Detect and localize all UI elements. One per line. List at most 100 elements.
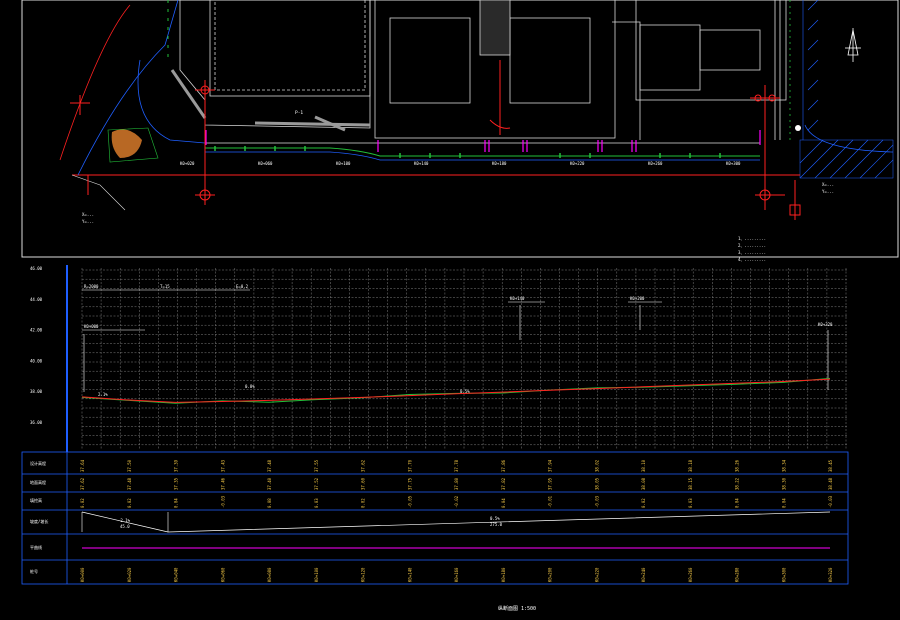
ground-line: [81, 377, 831, 404]
plan-chainage-label: K0+180: [492, 161, 507, 166]
plan-frame: [21, 0, 899, 258]
design-elevation-cell: 38.45: [828, 459, 833, 472]
svg-text:K0+320: K0+320: [818, 322, 833, 327]
svg-text:K0+000: K0+000: [84, 324, 99, 329]
cut-fill-cell: -0.05: [407, 495, 412, 508]
plan-chainage-label: K0+100: [336, 161, 351, 166]
station-cell: K0+240: [641, 567, 646, 582]
table-cells: 37.64 37.50 37.39 37.43 37.48 37.55 37.62 37.70…: [80, 459, 833, 582]
ground-elevation-cell: 37.46: [220, 477, 225, 490]
shrub-patch: [107, 127, 159, 163]
svg-text:2.1%: 2.1%: [98, 392, 108, 397]
svg-text:4、.........: 4、.........: [738, 257, 766, 262]
cut-fill-cell: -0.01: [548, 495, 553, 508]
svg-text:Y=...: Y=...: [822, 189, 834, 194]
ground-elevation-cell: 37.48: [127, 477, 132, 490]
plan-chainage-label: K0+260: [648, 161, 663, 166]
cut-fill-cell: -0.03: [220, 495, 225, 508]
station-cell: K0+180: [501, 567, 506, 582]
svg-text:E=0.2: E=0.2: [236, 284, 249, 289]
site-label: P-1: [295, 110, 303, 116]
ground-elevation-cell: 37.80: [454, 477, 459, 490]
design-elevation-cell: 37.78: [454, 459, 459, 472]
plan-view: P-1 X=... Y=... X=... Y=... 1、......... …: [21, 0, 899, 262]
cut-fill-cell: 0.03: [314, 498, 319, 508]
design-elevation-cell: 37.43: [220, 459, 225, 472]
svg-text:X=...: X=...: [822, 182, 834, 187]
magenta-markers: [205, 130, 761, 152]
station-cell: K0+120: [361, 567, 366, 582]
design-elevation-cell: 38.34: [781, 459, 786, 472]
cut-fill-cell: -0.02: [454, 495, 459, 508]
grade-polyline: [81, 511, 831, 533]
svg-text:1、.........: 1、.........: [738, 236, 766, 241]
plan-chainage-label: K0+020: [180, 161, 195, 166]
y-axis-label: 38.00: [30, 389, 43, 394]
plan-chainage-label: K0+220: [570, 161, 585, 166]
station-cell: K0+280: [735, 567, 740, 582]
y-axis-label: 42.00: [30, 328, 43, 333]
station-cell: K0+260: [688, 567, 693, 582]
svg-text:R=2000: R=2000: [84, 284, 99, 289]
plan-chainage-label: K0+140: [414, 161, 429, 166]
design-elevation-cell: 37.39: [174, 459, 179, 472]
cut-fill-cell: 0.02: [80, 498, 85, 508]
design-elevation-cell: 38.10: [641, 459, 646, 472]
grade-length-1: 45.0: [120, 524, 130, 529]
station-cell: K0+020: [127, 567, 132, 582]
building-footprints: [179, 0, 787, 140]
grade-label-2: 0.5%: [490, 516, 500, 521]
design-elevation-cell: 37.86: [501, 459, 506, 472]
ground-elevation-cell: 37.95: [548, 477, 553, 490]
ground-elevation-cell: 37.75: [407, 477, 412, 490]
cut-fill-cell: 0.03: [688, 498, 693, 508]
pipe-crossings: [70, 60, 801, 220]
y-axis-label: 44.00: [30, 297, 43, 302]
ground-elevation-cell: 37.35: [174, 477, 179, 490]
drawing-caption: 纵断面图 1:500: [498, 605, 536, 612]
cut-fill-cell: 0.08: [267, 498, 272, 508]
station-cell: K0+160: [454, 567, 459, 582]
north-arrow-icon: [845, 28, 861, 62]
design-elevation-cell: 37.50: [127, 459, 132, 472]
design-elevation-cell: 37.48: [267, 459, 272, 472]
cut-fill-cell: 0.04: [174, 498, 179, 508]
ground-elevation-cell: 37.52: [314, 477, 319, 490]
svg-text:X=...: X=...: [82, 212, 94, 217]
cad-drawing: P-1 X=... Y=... X=... Y=... 1、......... …: [21, 0, 899, 612]
svg-text:0.5%: 0.5%: [460, 389, 470, 394]
y-axis-label: 36.00: [30, 420, 43, 425]
profile-view: 46.00 44.00 42.00 40.00 38.00 36.00 R=2000 T=…: [30, 265, 848, 452]
y-axis-label: 40.00: [30, 358, 43, 363]
station-cell: K0+040: [174, 567, 179, 582]
left-coord: X=... Y=...: [82, 212, 94, 224]
ground-elevation-cell: 38.22: [735, 477, 740, 490]
svg-text:T=15: T=15: [160, 284, 170, 289]
grade-length-2: 275.0: [490, 522, 503, 527]
cut-fill-cell: 0.02: [361, 498, 366, 508]
table-row-label: 设计高程: [30, 460, 46, 466]
svg-text:2、.........: 2、.........: [738, 243, 766, 248]
ground-elevation-cell: 38.15: [688, 477, 693, 490]
svg-text:K0+200: K0+200: [630, 296, 645, 301]
svg-text:Y=...: Y=...: [82, 219, 94, 224]
site-walls: [170, 69, 371, 132]
grade-label-1: -2.1%: [118, 518, 131, 523]
design-elevation-cell: 37.62: [361, 459, 366, 472]
station-cell: K0+320: [828, 567, 833, 582]
ground-elevation-cell: 37.62: [80, 477, 85, 490]
plan-chainage-label: K0+060: [258, 161, 273, 166]
plan-notes: 1、......... 2、......... 3、......... 4、..…: [738, 236, 766, 262]
ground-elevation-cell: 37.60: [361, 477, 366, 490]
y-axis-label: 46.00: [30, 266, 43, 271]
ground-elevation-cell: 38.08: [641, 477, 646, 490]
station-cell: K0+300: [781, 567, 786, 582]
design-elevation-cell: 38.18: [688, 459, 693, 472]
design-elevation-cell: 37.64: [80, 459, 85, 472]
vertical-curve-note: R=2000 T=15 E=0.2 K0+000 K0+320 K0+140 K…: [82, 284, 833, 392]
svg-text:0.8%: 0.8%: [245, 384, 255, 389]
table-row-label: 桩号: [30, 568, 38, 574]
table-row-label: 坡度/坡长: [30, 518, 48, 524]
svg-text:3、.........: 3、.........: [738, 250, 766, 255]
table-row-label: 填挖高: [30, 497, 42, 503]
